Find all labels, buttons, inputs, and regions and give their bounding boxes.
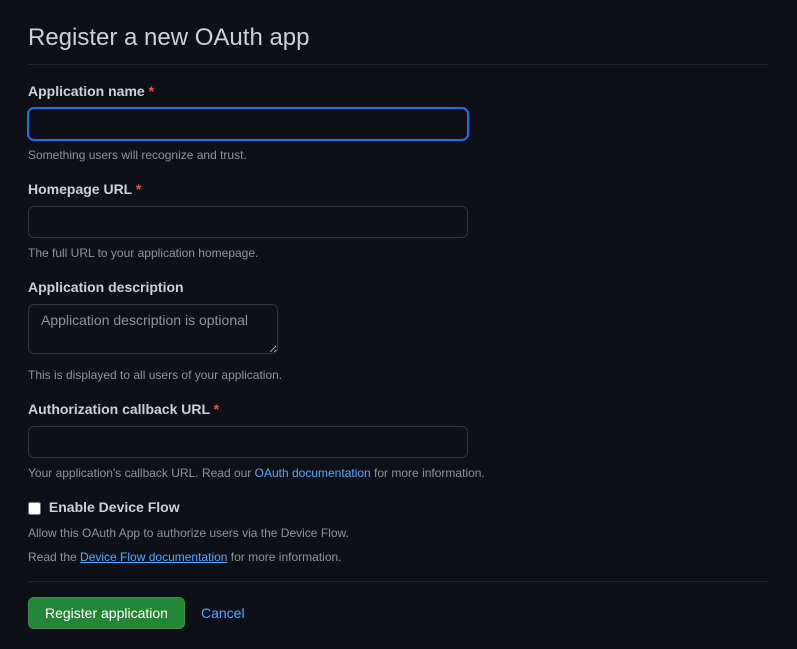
field-group-homepage-url: Homepage URL * The full URL to your appl… (28, 179, 769, 262)
device-flow-label: Enable Device Flow (49, 499, 180, 515)
homepage-url-input[interactable] (28, 206, 468, 238)
callback-help-suffix: for more information. (371, 466, 485, 480)
app-name-help: Something users will recognize and trust… (28, 146, 769, 164)
register-button[interactable]: Register application (28, 597, 185, 629)
required-mark: * (214, 401, 219, 417)
page-title: Register a new OAuth app (28, 20, 769, 65)
app-name-label-text: Application name (28, 83, 145, 99)
form-actions: Register application Cancel (28, 597, 769, 629)
device-flow-checkbox[interactable] (28, 502, 41, 515)
device-flow-help-1: Allow this OAuth App to authorize users … (28, 524, 769, 542)
callback-url-help: Your application's callback URL. Read ou… (28, 464, 769, 482)
homepage-url-help: The full URL to your application homepag… (28, 244, 769, 262)
device-flow-help-suffix: for more information. (227, 550, 341, 564)
cancel-button[interactable]: Cancel (201, 605, 245, 621)
required-mark: * (149, 83, 154, 99)
required-mark: * (136, 181, 141, 197)
field-group-device-flow: Enable Device Flow Allow this OAuth App … (28, 497, 769, 566)
homepage-url-label-text: Homepage URL (28, 181, 132, 197)
oauth-docs-link[interactable]: OAuth documentation (255, 466, 371, 480)
description-label: Application description (28, 277, 769, 298)
device-flow-help-prefix: Read the (28, 550, 80, 564)
app-name-label: Application name * (28, 81, 769, 102)
homepage-url-label: Homepage URL * (28, 179, 769, 200)
field-group-app-name: Application name * Something users will … (28, 81, 769, 164)
app-name-input[interactable] (28, 108, 468, 140)
callback-url-label-text: Authorization callback URL (28, 401, 210, 417)
device-flow-help-2: Read the Device Flow documentation for m… (28, 548, 769, 566)
description-help: This is displayed to all users of your a… (28, 366, 769, 384)
callback-help-prefix: Your application's callback URL. Read ou… (28, 466, 255, 480)
field-group-callback-url: Authorization callback URL * Your applic… (28, 399, 769, 482)
device-flow-docs-link[interactable]: Device Flow documentation (80, 550, 227, 564)
divider (28, 581, 769, 582)
oauth-register-form: Application name * Something users will … (28, 81, 769, 629)
description-textarea[interactable] (28, 304, 278, 354)
field-group-description: Application description This is displaye… (28, 277, 769, 384)
callback-url-input[interactable] (28, 426, 468, 458)
callback-url-label: Authorization callback URL * (28, 399, 769, 420)
